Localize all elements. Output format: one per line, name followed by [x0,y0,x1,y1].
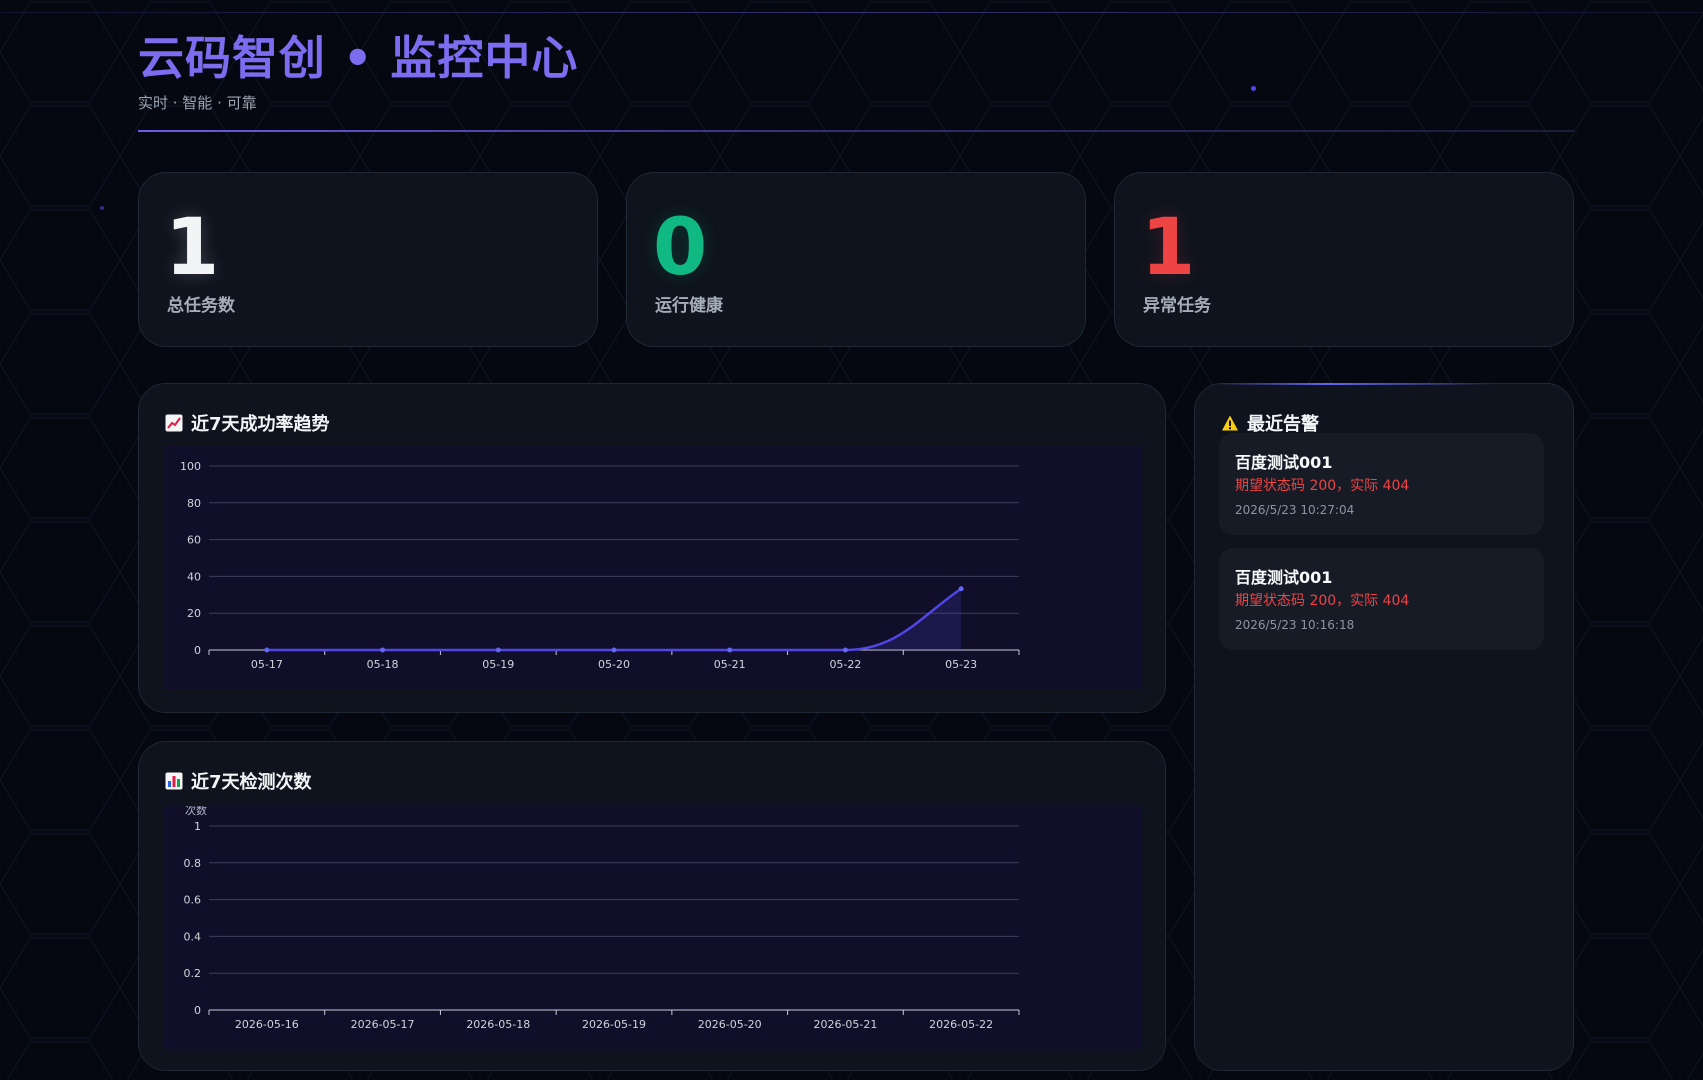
x-tick-label: 2026-05-16 [235,1018,299,1031]
stat-value: 1 [165,203,220,293]
top-border-line [0,12,1703,13]
x-tick-label: 2026-05-20 [698,1018,762,1031]
data-point [727,647,733,653]
panel-title-text: 近7天成功率趋势 [191,414,330,435]
data-point [842,647,848,653]
stat-card-total-tasks: 1 总任务数 [138,172,598,347]
stat-label: 运行健康 [655,296,723,316]
page-header: 云码智创 • 监控中心 实时 · 智能 · 可靠 [138,30,578,113]
y-tick-label: 80 [187,497,201,510]
warning-icon [1222,415,1238,431]
check-count-chart-svg: 次数 0 0.2 0.4 0.6 0.8 1 2026-05-16 2026-05-17 2026… [184,803,1020,1031]
y-tick-label: 40 [187,570,201,583]
series-line [266,587,962,652]
decor-dot [100,206,104,210]
stat-card-abnormal: 1 异常任务 [1114,172,1574,347]
x-tick-label: 05-21 [714,658,746,671]
success-rate-panel: 近7天成功率趋势 0 20 40 60 80 100 05-17 05-18 05-19 05-2… [138,383,1166,713]
page-title: 云码智创 • 监控中心 [138,31,579,85]
panel-title: 近7天检测次数 [165,768,312,794]
stat-value: 0 [653,203,708,293]
bar-chart-icon [165,772,183,790]
x-tick-label: 05-17 [251,658,283,671]
alert-time: 2026/5/23 10:16:18 [1235,618,1355,632]
check-count-panel: 近7天检测次数 次数 0 0.2 0.4 0.6 0.8 1 2026-05-16 2026-0… [138,741,1166,1071]
y-tick-label: 0.2 [184,967,202,980]
data-point [380,647,386,653]
y-tick-label: 0 [194,644,201,657]
x-tick-label: 05-18 [367,658,399,671]
alerts-panel-glow [1215,383,1495,385]
check-count-chart: 次数 0 0.2 0.4 0.6 0.8 1 2026-05-16 2026-05-17 2026… [163,803,1142,1049]
header-divider [138,130,1574,132]
data-point [958,586,964,592]
x-tick-label: 2026-05-17 [351,1018,415,1031]
alert-item[interactable]: 百度测试001 期望状态码 200，实际 404 2026/5/23 10:16… [1219,548,1544,650]
panel-title: 近7天成功率趋势 [165,410,330,436]
alert-title: 百度测试001 [1235,453,1333,472]
y-tick-label: 0.8 [184,857,202,870]
stat-card-healthy: 0 运行健康 [626,172,1086,347]
y-tick-label: 0.4 [184,930,202,943]
x-tick-label: 05-19 [482,658,514,671]
x-tick-label: 05-23 [945,658,977,671]
y-tick-label: 0.6 [184,894,202,907]
y-tick-label: 1 [194,820,201,833]
alert-item[interactable]: 百度测试001 期望状态码 200，实际 404 2026/5/23 10:27… [1219,433,1544,535]
chart-increasing-icon [165,414,183,432]
alert-time: 2026/5/23 10:27:04 [1235,503,1355,517]
y-tick-label: 100 [180,460,201,473]
y-tick-label: 60 [187,534,201,547]
decor-dot [1251,86,1256,91]
x-tick-label: 05-20 [598,658,630,671]
success-rate-chart-svg: 0 20 40 60 80 100 05-17 05-18 05-19 05-20 05-21 05-… [180,460,1020,671]
data-point [611,647,617,653]
x-tick-label: 2026-05-19 [582,1018,646,1031]
y-axis-label: 次数 [185,806,207,817]
stat-value: 1 [1141,203,1196,293]
recent-alerts-panel: 最近告警 百度测试001 期望状态码 200，实际 404 2026/5/23 … [1194,383,1574,1071]
alert-message: 期望状态码 200，实际 404 [1235,478,1410,494]
page-subtitle: 实时 · 智能 · 可靠 [138,94,257,112]
x-tick-label: 2026-05-22 [929,1018,993,1031]
data-point [495,647,501,653]
x-tick-label: 2026-05-18 [466,1018,530,1031]
stat-label: 异常任务 [1143,296,1211,316]
x-tick-label: 2026-05-21 [813,1018,877,1031]
panel-title-text: 近7天检测次数 [191,772,312,793]
alert-title: 百度测试001 [1235,568,1333,587]
alert-message: 期望状态码 200，实际 404 [1235,593,1410,609]
y-tick-label: 20 [187,607,201,620]
y-tick-label: 0 [194,1004,201,1017]
series-area [266,588,962,650]
stat-label: 总任务数 [167,296,235,316]
x-tick-label: 05-22 [829,658,861,671]
success-rate-chart: 0 20 40 60 80 100 05-17 05-18 05-19 05-20 05-21 05-… [163,446,1142,689]
data-point [264,647,270,653]
